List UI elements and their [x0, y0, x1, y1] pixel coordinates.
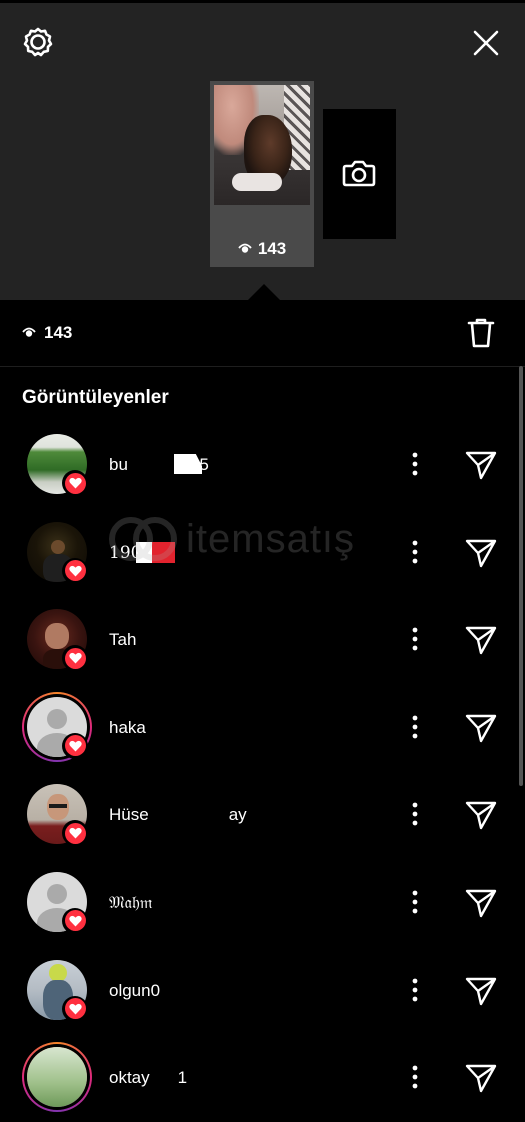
- liked-badge: [62, 907, 88, 934]
- story-thumbnail[interactable]: 143: [210, 81, 314, 267]
- stats-bar: 143: [0, 300, 525, 367]
- heart-icon: [68, 565, 82, 577]
- story-view-count: 143: [210, 239, 314, 259]
- more-options-icon[interactable]: [403, 801, 427, 827]
- avatar[interactable]: [27, 784, 88, 847]
- eye-icon: [22, 323, 36, 343]
- more-options-icon[interactable]: [403, 977, 427, 1003]
- story-preview-area: 143: [0, 0, 525, 300]
- send-message-icon[interactable]: [463, 975, 499, 1007]
- viewer-row[interactable]: 𝔐𝔞𝔥𝔪: [0, 859, 525, 947]
- heart-icon: [68, 915, 82, 927]
- liked-badge: [62, 995, 88, 1022]
- username[interactable]: 𝔐𝔞𝔥𝔪: [109, 893, 153, 913]
- username[interactable]: haka: [109, 718, 146, 738]
- settings-icon[interactable]: [21, 25, 55, 59]
- more-options-icon[interactable]: [403, 714, 427, 740]
- view-count: 143: [22, 323, 72, 343]
- add-story-card[interactable]: [323, 109, 396, 239]
- username[interactable]: olgun0: [109, 981, 160, 1001]
- liked-badge: [62, 820, 88, 847]
- username[interactable]: oktay 1: [109, 1068, 187, 1088]
- status-strip: [0, 0, 525, 3]
- send-message-icon[interactable]: [463, 712, 499, 744]
- story-photo: [214, 85, 310, 205]
- heart-icon: [68, 740, 82, 752]
- liked-badge: [62, 732, 88, 759]
- close-icon[interactable]: [470, 27, 502, 59]
- more-options-icon[interactable]: [403, 626, 427, 652]
- send-message-icon[interactable]: [463, 537, 499, 569]
- viewer-row[interactable]: oktay 1: [0, 1034, 525, 1122]
- selection-pointer: [248, 284, 280, 300]
- heart-icon: [68, 653, 82, 664]
- liked-badge: [62, 470, 88, 496]
- viewer-row[interactable]: bu25: [0, 421, 525, 509]
- view-count-value: 143: [44, 323, 73, 342]
- more-options-icon[interactable]: [403, 539, 427, 565]
- avatar[interactable]: [27, 434, 88, 496]
- viewer-list: bu25 190: [0, 421, 525, 1122]
- avatar[interactable]: [27, 609, 88, 672]
- avatar[interactable]: [27, 521, 88, 584]
- heart-icon: [68, 1003, 82, 1015]
- send-message-icon[interactable]: [463, 624, 499, 656]
- viewer-row[interactable]: Tah: [0, 596, 525, 684]
- viewer-row[interactable]: 190: [0, 509, 525, 597]
- avatar[interactable]: [27, 871, 88, 934]
- scrollbar[interactable]: [519, 366, 523, 786]
- viewer-row[interactable]: Hüse ay: [0, 771, 525, 859]
- more-options-icon[interactable]: [403, 1064, 427, 1090]
- viewer-row[interactable]: olgun0: [0, 947, 525, 1035]
- username[interactable]: Tah: [109, 630, 136, 650]
- viewer-row[interactable]: haka: [0, 684, 525, 772]
- avatar[interactable]: [22, 1042, 92, 1113]
- send-message-icon[interactable]: [463, 1062, 499, 1094]
- more-options-icon[interactable]: [403, 451, 427, 477]
- send-message-icon[interactable]: [463, 449, 499, 481]
- default-avatar-icon: [47, 883, 67, 904]
- username[interactable]: Hüse ay: [109, 805, 247, 825]
- send-message-icon[interactable]: [463, 799, 499, 831]
- liked-badge: [62, 557, 88, 584]
- more-options-icon[interactable]: [403, 889, 427, 915]
- avatar[interactable]: [22, 691, 92, 762]
- camera-icon: [341, 157, 377, 189]
- trash-icon[interactable]: [465, 316, 497, 350]
- default-avatar-icon: [47, 708, 67, 729]
- viewers-title: Görüntüleyenler: [22, 387, 169, 408]
- avatar[interactable]: [27, 959, 88, 1022]
- liked-badge: [62, 645, 88, 672]
- story-view-count-value: 143: [257, 239, 287, 258]
- heart-icon: [68, 477, 82, 489]
- send-message-icon[interactable]: [463, 887, 499, 919]
- redaction: [136, 541, 152, 563]
- heart-icon: [68, 828, 82, 839]
- eye-icon: [238, 239, 252, 259]
- redaction: [152, 541, 175, 563]
